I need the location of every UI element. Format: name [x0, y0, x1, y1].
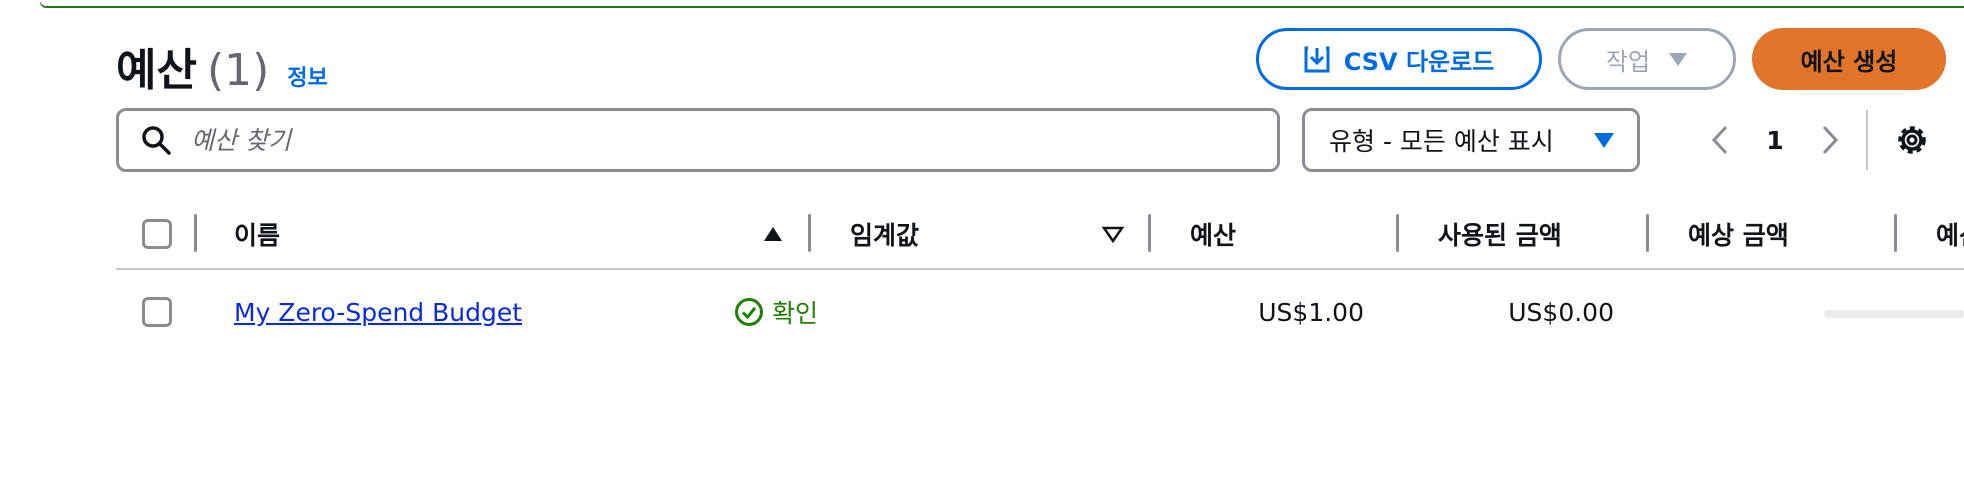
download-icon	[1304, 46, 1330, 73]
select-all-checkbox[interactable]	[142, 219, 172, 249]
column-threshold-label: 임계값	[850, 221, 920, 250]
budget-amount: US$1.00	[1258, 297, 1364, 327]
column-divider[interactable]	[1148, 214, 1151, 252]
caret-down-icon	[1594, 133, 1614, 148]
search-input[interactable]	[189, 124, 1239, 156]
row-select-cell	[142, 272, 172, 352]
current-page[interactable]: 1	[1740, 126, 1810, 155]
filter-selected-value: 유형 - 모든 예산 표시	[1329, 127, 1554, 156]
create-budget-button[interactable]: 예산 생성	[1752, 28, 1946, 90]
budget-name-cell: My Zero-Spend Budget	[234, 272, 522, 352]
budget-amount-cell: US$1.00	[1190, 272, 1364, 352]
actions-dropdown-button[interactable]: 작업	[1558, 28, 1736, 90]
table-header: 이름 임계값 예산 사용된 금액 예상 금액 예산 대비 %	[116, 200, 1964, 270]
page-title: 예산 (1) 정보	[116, 34, 328, 98]
check-circle-icon	[735, 298, 763, 326]
page-title-text: 예산	[116, 45, 197, 96]
actions-label: 작업	[1605, 47, 1651, 76]
threshold-status-text: 확인	[772, 299, 819, 328]
table-row: My Zero-Spend Budget 확인 US$1.00 US$0.00 …	[116, 272, 1964, 352]
csv-download-label: CSV 다운로드	[1343, 47, 1495, 76]
success-banner-edge	[40, 0, 1964, 6]
csv-download-button[interactable]: CSV 다운로드	[1256, 28, 1542, 90]
sort-ascending-icon	[764, 227, 782, 241]
column-divider[interactable]	[1396, 214, 1399, 252]
budget-ratio-progress-bar	[1824, 310, 1964, 318]
previous-page-button[interactable]	[1700, 120, 1740, 160]
budget-type-filter[interactable]: 유형 - 모든 예산 표시	[1302, 108, 1640, 172]
column-forecast-label: 예상 금액	[1688, 221, 1789, 250]
column-divider[interactable]	[1894, 214, 1897, 252]
column-header-budget[interactable]: 예산	[1190, 200, 1236, 268]
column-header-budget-ratio[interactable]: 예산 대비 %	[1936, 200, 1964, 268]
caret-down-icon	[1669, 53, 1688, 66]
search-icon	[142, 126, 171, 155]
pagination: 1	[1700, 108, 1850, 172]
budget-count: (1)	[206, 45, 270, 96]
info-link[interactable]: 정보	[287, 60, 327, 92]
column-header-spent[interactable]: 사용된 금액	[1438, 200, 1562, 268]
chevron-right-icon	[1822, 125, 1839, 155]
select-all-cell	[142, 200, 172, 268]
row-checkbox[interactable]	[142, 297, 172, 327]
table-settings-button[interactable]	[1894, 122, 1930, 158]
pager-divider	[1866, 110, 1868, 170]
search-box[interactable]	[116, 108, 1280, 172]
column-divider[interactable]	[808, 214, 811, 252]
threshold-status-cell: 확인	[734, 272, 818, 352]
column-spent-label: 사용된 금액	[1438, 221, 1562, 250]
gear-icon	[1898, 126, 1926, 154]
spent-amount: US$0.00	[1508, 297, 1614, 327]
column-budget-ratio-label: 예산 대비 %	[1936, 221, 1964, 250]
column-header-threshold[interactable]: 임계값	[850, 200, 1124, 268]
column-name-label: 이름	[234, 221, 281, 250]
budget-name-link[interactable]: My Zero-Spend Budget	[234, 298, 522, 327]
column-budget-label: 예산	[1190, 221, 1237, 250]
column-header-forecast[interactable]: 예상 금액	[1688, 200, 1789, 268]
chevron-left-icon	[1711, 125, 1728, 155]
sort-descending-icon	[1102, 226, 1124, 243]
spent-amount-cell: US$0.00	[1438, 272, 1614, 352]
next-page-button[interactable]	[1810, 120, 1850, 160]
column-divider[interactable]	[194, 214, 197, 252]
column-header-name[interactable]: 이름	[234, 200, 784, 268]
column-divider[interactable]	[1646, 214, 1649, 252]
